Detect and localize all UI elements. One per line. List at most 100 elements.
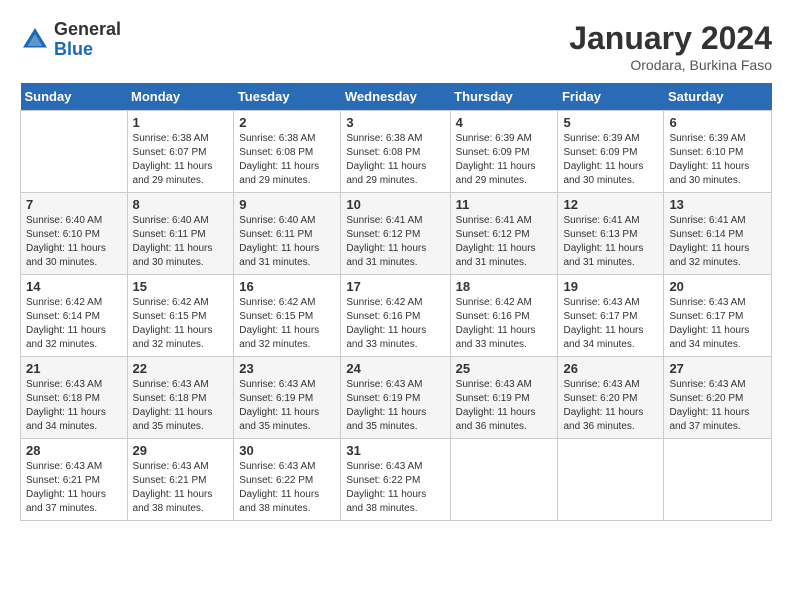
day-info: Sunrise: 6:43 AM Sunset: 6:22 PM Dayligh…	[346, 460, 444, 516]
day-info: Sunrise: 6:42 AM Sunset: 6:16 PM Dayligh…	[456, 296, 553, 352]
day-info: Sunrise: 6:42 AM Sunset: 6:14 PM Dayligh…	[26, 296, 122, 352]
day-number: 20	[669, 279, 766, 294]
calendar-day-cell: 11 Sunrise: 6:41 AM Sunset: 6:12 PM Dayli…	[450, 193, 558, 275]
day-info: Sunrise: 6:43 AM Sunset: 6:20 PM Dayligh…	[563, 378, 658, 434]
calendar-day-cell: 19 Sunrise: 6:43 AM Sunset: 6:17 PM Dayli…	[558, 275, 664, 357]
day-info: Sunrise: 6:43 AM Sunset: 6:17 PM Dayligh…	[563, 296, 658, 352]
day-number: 6	[669, 115, 766, 130]
weekday-header: Saturday	[664, 83, 772, 111]
day-info: Sunrise: 6:42 AM Sunset: 6:15 PM Dayligh…	[133, 296, 229, 352]
calendar-day-cell	[558, 439, 664, 521]
day-info: Sunrise: 6:42 AM Sunset: 6:16 PM Dayligh…	[346, 296, 444, 352]
day-info: Sunrise: 6:43 AM Sunset: 6:20 PM Dayligh…	[669, 378, 766, 434]
title-block: January 2024 Orodara, Burkina Faso	[569, 20, 772, 73]
calendar-day-cell	[21, 111, 128, 193]
day-number: 25	[456, 361, 553, 376]
day-number: 11	[456, 197, 553, 212]
day-number: 7	[26, 197, 122, 212]
day-number: 29	[133, 443, 229, 458]
day-info: Sunrise: 6:41 AM Sunset: 6:12 PM Dayligh…	[346, 214, 444, 270]
day-number: 3	[346, 115, 444, 130]
day-number: 31	[346, 443, 444, 458]
calendar-week-row: 14 Sunrise: 6:42 AM Sunset: 6:14 PM Dayli…	[21, 275, 772, 357]
weekday-header: Sunday	[21, 83, 128, 111]
calendar-day-cell: 31 Sunrise: 6:43 AM Sunset: 6:22 PM Dayli…	[341, 439, 450, 521]
weekday-header-row: SundayMondayTuesdayWednesdayThursdayFrid…	[21, 83, 772, 111]
day-number: 5	[563, 115, 658, 130]
calendar-week-row: 21 Sunrise: 6:43 AM Sunset: 6:18 PM Dayli…	[21, 357, 772, 439]
day-info: Sunrise: 6:38 AM Sunset: 6:08 PM Dayligh…	[239, 132, 335, 188]
calendar-day-cell: 22 Sunrise: 6:43 AM Sunset: 6:18 PM Dayli…	[127, 357, 234, 439]
calendar-day-cell: 18 Sunrise: 6:42 AM Sunset: 6:16 PM Dayli…	[450, 275, 558, 357]
day-number: 18	[456, 279, 553, 294]
day-number: 23	[239, 361, 335, 376]
calendar-day-cell: 21 Sunrise: 6:43 AM Sunset: 6:18 PM Dayli…	[21, 357, 128, 439]
calendar-day-cell	[450, 439, 558, 521]
day-info: Sunrise: 6:38 AM Sunset: 6:08 PM Dayligh…	[346, 132, 444, 188]
calendar-week-row: 1Sunrise: 6:38 AM Sunset: 6:07 PM Daylig…	[21, 111, 772, 193]
day-number: 19	[563, 279, 658, 294]
day-number: 10	[346, 197, 444, 212]
day-number: 27	[669, 361, 766, 376]
day-info: Sunrise: 6:40 AM Sunset: 6:11 PM Dayligh…	[239, 214, 335, 270]
day-info: Sunrise: 6:43 AM Sunset: 6:19 PM Dayligh…	[239, 378, 335, 434]
calendar-day-cell: 12Sunrise: 6:41 AM Sunset: 6:13 PM Dayli…	[558, 193, 664, 275]
calendar-day-cell	[664, 439, 772, 521]
day-info: Sunrise: 6:41 AM Sunset: 6:13 PM Dayligh…	[563, 214, 658, 270]
day-number: 15	[133, 279, 229, 294]
calendar-day-cell: 13 Sunrise: 6:41 AM Sunset: 6:14 PM Dayli…	[664, 193, 772, 275]
day-number: 14	[26, 279, 122, 294]
location: Orodara, Burkina Faso	[569, 57, 772, 73]
calendar-day-cell: 2Sunrise: 6:38 AM Sunset: 6:08 PM Daylig…	[234, 111, 341, 193]
day-number: 17	[346, 279, 444, 294]
day-info: Sunrise: 6:42 AM Sunset: 6:15 PM Dayligh…	[239, 296, 335, 352]
day-info: Sunrise: 6:41 AM Sunset: 6:14 PM Dayligh…	[669, 214, 766, 270]
day-info: Sunrise: 6:39 AM Sunset: 6:09 PM Dayligh…	[563, 132, 658, 188]
logo-text: General Blue	[54, 20, 121, 60]
day-number: 24	[346, 361, 444, 376]
day-info: Sunrise: 6:43 AM Sunset: 6:18 PM Dayligh…	[26, 378, 122, 434]
day-info: Sunrise: 6:40 AM Sunset: 6:10 PM Dayligh…	[26, 214, 122, 270]
day-info: Sunrise: 6:38 AM Sunset: 6:07 PM Dayligh…	[133, 132, 229, 188]
calendar-day-cell: 29 Sunrise: 6:43 AM Sunset: 6:21 PM Dayli…	[127, 439, 234, 521]
day-number: 22	[133, 361, 229, 376]
calendar-day-cell: 17 Sunrise: 6:42 AM Sunset: 6:16 PM Dayli…	[341, 275, 450, 357]
day-info: Sunrise: 6:39 AM Sunset: 6:09 PM Dayligh…	[456, 132, 553, 188]
weekday-header: Thursday	[450, 83, 558, 111]
calendar-day-cell: 27 Sunrise: 6:43 AM Sunset: 6:20 PM Dayli…	[664, 357, 772, 439]
day-info: Sunrise: 6:43 AM Sunset: 6:21 PM Dayligh…	[133, 460, 229, 516]
calendar-day-cell: 30Sunrise: 6:43 AM Sunset: 6:22 PM Dayli…	[234, 439, 341, 521]
logo-general: General	[54, 20, 121, 40]
day-number: 16	[239, 279, 335, 294]
calendar-day-cell: 5 Sunrise: 6:39 AM Sunset: 6:09 PM Daylig…	[558, 111, 664, 193]
page-header: General Blue January 2024 Orodara, Burki…	[20, 20, 772, 73]
day-info: Sunrise: 6:43 AM Sunset: 6:19 PM Dayligh…	[346, 378, 444, 434]
calendar-day-cell: 6 Sunrise: 6:39 AM Sunset: 6:10 PM Daylig…	[664, 111, 772, 193]
calendar-day-cell: 7 Sunrise: 6:40 AM Sunset: 6:10 PM Daylig…	[21, 193, 128, 275]
calendar-day-cell: 14 Sunrise: 6:42 AM Sunset: 6:14 PM Dayli…	[21, 275, 128, 357]
calendar-day-cell: 16 Sunrise: 6:42 AM Sunset: 6:15 PM Dayli…	[234, 275, 341, 357]
calendar-day-cell: 23 Sunrise: 6:43 AM Sunset: 6:19 PM Dayli…	[234, 357, 341, 439]
day-number: 8	[133, 197, 229, 212]
calendar-week-row: 28 Sunrise: 6:43 AM Sunset: 6:21 PM Dayli…	[21, 439, 772, 521]
calendar-day-cell: 3 Sunrise: 6:38 AM Sunset: 6:08 PM Daylig…	[341, 111, 450, 193]
calendar-day-cell: 26Sunrise: 6:43 AM Sunset: 6:20 PM Dayli…	[558, 357, 664, 439]
calendar-day-cell: 28Sunrise: 6:43 AM Sunset: 6:21 PM Dayli…	[21, 439, 128, 521]
day-info: Sunrise: 6:43 AM Sunset: 6:17 PM Dayligh…	[669, 296, 766, 352]
day-number: 30	[239, 443, 335, 458]
calendar-day-cell: 15 Sunrise: 6:42 AM Sunset: 6:15 PM Dayli…	[127, 275, 234, 357]
day-number: 28	[26, 443, 122, 458]
day-info: Sunrise: 6:39 AM Sunset: 6:10 PM Dayligh…	[669, 132, 766, 188]
weekday-header: Friday	[558, 83, 664, 111]
calendar-day-cell: 8Sunrise: 6:40 AM Sunset: 6:11 PM Daylig…	[127, 193, 234, 275]
day-number: 21	[26, 361, 122, 376]
calendar-table: SundayMondayTuesdayWednesdayThursdayFrid…	[20, 83, 772, 521]
calendar-day-cell: 9Sunrise: 6:40 AM Sunset: 6:11 PM Daylig…	[234, 193, 341, 275]
calendar-day-cell: 24 Sunrise: 6:43 AM Sunset: 6:19 PM Dayli…	[341, 357, 450, 439]
day-info: Sunrise: 6:41 AM Sunset: 6:12 PM Dayligh…	[456, 214, 553, 270]
calendar-day-cell: 4 Sunrise: 6:39 AM Sunset: 6:09 PM Daylig…	[450, 111, 558, 193]
day-number: 13	[669, 197, 766, 212]
day-number: 4	[456, 115, 553, 130]
calendar-week-row: 7 Sunrise: 6:40 AM Sunset: 6:10 PM Daylig…	[21, 193, 772, 275]
day-info: Sunrise: 6:43 AM Sunset: 6:18 PM Dayligh…	[133, 378, 229, 434]
